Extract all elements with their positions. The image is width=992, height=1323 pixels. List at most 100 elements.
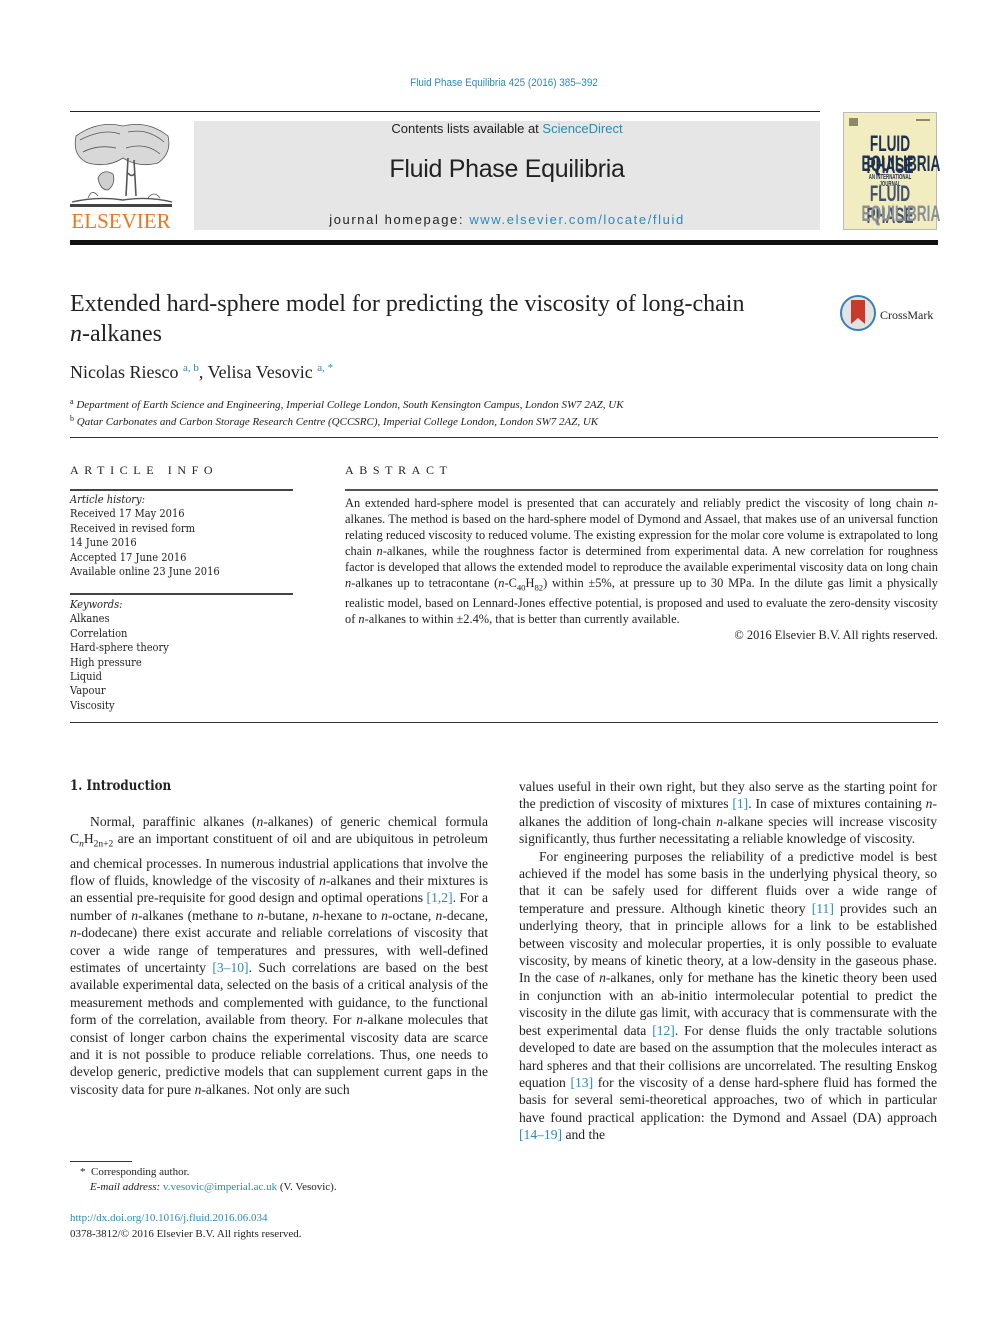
cover-line-5: EQUILIBRIA — [861, 201, 941, 226]
author-affiliation-marks[interactable]: a, b — [183, 362, 199, 374]
contents-prefix: Contents lists available at — [391, 121, 543, 136]
sciencedirect-link[interactable]: ScienceDirect — [542, 121, 622, 136]
title-italic-n: n — [70, 321, 82, 347]
keyword-item: Correlation — [70, 626, 128, 640]
elsevier-wordmark: ELSEVIER — [71, 209, 171, 233]
history-item: Available online 23 June 2016 — [70, 565, 220, 579]
homepage-prefix: journal homepage: — [329, 212, 470, 227]
author-name[interactable]: Nicolas Riesco — [70, 362, 178, 382]
journal-homepage-link[interactable]: www.elsevier.com/locate/fluid — [469, 212, 684, 227]
corresponding-label: Corresponding author. — [91, 1166, 190, 1178]
title-line-2: -alkanes — [82, 321, 162, 347]
author-list: Nicolas Riesco a, b, Velisa Vesovic a, * — [70, 362, 333, 383]
doi-link[interactable]: http://dx.doi.org/10.1016/j.fluid.2016.0… — [70, 1212, 268, 1224]
top-divider — [70, 111, 820, 112]
article-title: Extended hard-sphere model for predictin… — [70, 289, 830, 349]
keyword-item: Viscosity — [70, 698, 115, 712]
article-history-label: Article history: — [70, 493, 145, 506]
affiliation-item: b Qatar Carbonates and Carbon Storage Re… — [70, 412, 624, 429]
citation-link[interactable]: [14–19] — [519, 1127, 562, 1142]
citation-link[interactable]: [1] — [732, 796, 748, 811]
text-segment: Normal, paraffinic alkanes ( — [90, 814, 257, 829]
italic-n: n — [381, 907, 388, 923]
journal-reference-link[interactable]: Fluid Phase Equilibria 425 (2016) 385–39… — [50, 77, 957, 89]
text-segment: H — [83, 831, 94, 847]
abstract-bottom-divider — [70, 722, 938, 723]
abstract-segment: An extended hard-sphere model is present… — [345, 496, 928, 510]
citation-link[interactable]: [12] — [652, 1023, 675, 1038]
email-label: E-mail address: — [90, 1181, 163, 1193]
section-heading-introduction: 1. Introduction — [70, 778, 172, 794]
journal-masthead: Contents lists available at ScienceDirec… — [194, 121, 820, 230]
affiliation-item: a Department of Earth Science and Engine… — [70, 395, 624, 412]
paragraph: values useful in their own right, but th… — [519, 778, 937, 848]
keyword-item: Alkanes — [70, 612, 110, 626]
text-segment: -alkanes (methane to — [138, 907, 258, 923]
article-history: Article history: Received 17 May 2016 Re… — [70, 493, 220, 579]
italic-n: n — [356, 1012, 363, 1028]
doi-block: http://dx.doi.org/10.1016/j.fluid.2016.0… — [70, 1210, 302, 1242]
body-column-right: values useful in their own right, but th… — [519, 778, 937, 1144]
text-segment: -hexane to — [319, 907, 382, 923]
paragraph: For engineering purposes the reliability… — [519, 848, 937, 1144]
abstract-body: An extended hard-sphere model is present… — [345, 495, 938, 643]
italic-n: n — [599, 970, 606, 986]
cover-line-2: EQUILIBRIA — [861, 151, 941, 176]
subscript: 40 — [516, 582, 526, 593]
keywords-divider — [70, 593, 293, 595]
crossmark-button[interactable]: CrossMark — [840, 295, 940, 335]
abstract-segment: -alkanes to within ±2.4%, that is better… — [364, 612, 680, 627]
journal-title: Fluid Phase Equilibria — [389, 155, 625, 183]
citation-link[interactable]: [13] — [570, 1075, 593, 1090]
abstract-copyright: © 2016 Elsevier B.V. All rights reserved… — [734, 628, 938, 643]
journal-cover-image[interactable]: FLUID PHASE EQUILIBRIA AN INTERNATIONAL … — [843, 112, 941, 230]
keyword-item: Liquid — [70, 670, 102, 684]
footnote-line: * Corresponding author. — [80, 1165, 337, 1180]
article-info-heading: ARTICLE INFO — [70, 463, 219, 477]
keywords-list: Keywords: Alkanes Correlation Hard-spher… — [70, 598, 169, 713]
abstract-segment: -C — [504, 576, 517, 590]
abstract-divider — [345, 489, 938, 491]
body-column-left: Normal, paraffinic alkanes (n-alkanes) o… — [70, 813, 488, 1098]
italic-n: n — [70, 925, 77, 941]
history-item: Received in revised form — [70, 521, 196, 535]
cover-volume-mark — [916, 119, 930, 121]
email-link[interactable]: v.vesovic@imperial.ac.uk — [163, 1181, 277, 1193]
contents-line: Contents lists available at ScienceDirec… — [194, 121, 820, 136]
footnote-line: E-mail address: v.vesovic@imperial.ac.uk… — [80, 1180, 337, 1195]
article-info-divider — [70, 489, 293, 491]
author-separator: , — [198, 362, 208, 382]
affiliation-mark: a — [70, 397, 74, 406]
citation-link[interactable]: [1,2] — [427, 890, 453, 905]
citation-link[interactable]: [3–10] — [212, 960, 248, 975]
footnote-divider — [70, 1161, 132, 1162]
italic-n: n — [257, 907, 264, 923]
history-item: Accepted 17 June 2016 — [70, 550, 187, 564]
keyword-item: Hard-sphere theory — [70, 641, 169, 655]
author-name[interactable]: Velisa Vesovic — [208, 362, 313, 382]
text-segment: -octane, — [387, 907, 436, 923]
corresponding-author-footnote: * Corresponding author. E-mail address: … — [80, 1165, 337, 1195]
homepage-line: journal homepage: www.elsevier.com/locat… — [194, 212, 820, 227]
keyword-item: Vapour — [70, 684, 106, 698]
text-segment: . In case of mixtures containing — [748, 796, 926, 812]
affiliation-text: Department of Earth Science and Engineer… — [76, 399, 624, 411]
elsevier-logo[interactable]: ELSEVIER — [68, 118, 174, 236]
affiliation-text: Qatar Carbonates and Carbon Storage Rese… — [76, 416, 599, 428]
cover-emblem-icon — [849, 118, 858, 126]
history-item: 14 June 2016 — [70, 536, 137, 550]
text-segment: -decane, — [442, 907, 488, 923]
author-affiliation-marks[interactable]: a, * — [317, 362, 333, 374]
text-segment: and the — [562, 1127, 606, 1143]
text-segment: -butane, — [263, 907, 313, 923]
history-item: Received 17 May 2016 — [70, 507, 185, 521]
affiliations: a Department of Earth Science and Engine… — [70, 395, 624, 429]
abstract-segment: -alkanes, while the roughness factor is … — [345, 544, 938, 574]
email-suffix: (V. Vesovic). — [277, 1181, 337, 1193]
subscript: 82 — [534, 582, 544, 593]
citation-link[interactable]: [11] — [812, 901, 834, 916]
affiliation-mark: b — [70, 414, 74, 423]
issn-copyright: 0378-3812/© 2016 Elsevier B.V. All right… — [70, 1228, 302, 1240]
abstract-text: An extended hard-sphere model is present… — [345, 495, 938, 627]
paragraph: Normal, paraffinic alkanes (n-alkanes) o… — [70, 813, 488, 1098]
